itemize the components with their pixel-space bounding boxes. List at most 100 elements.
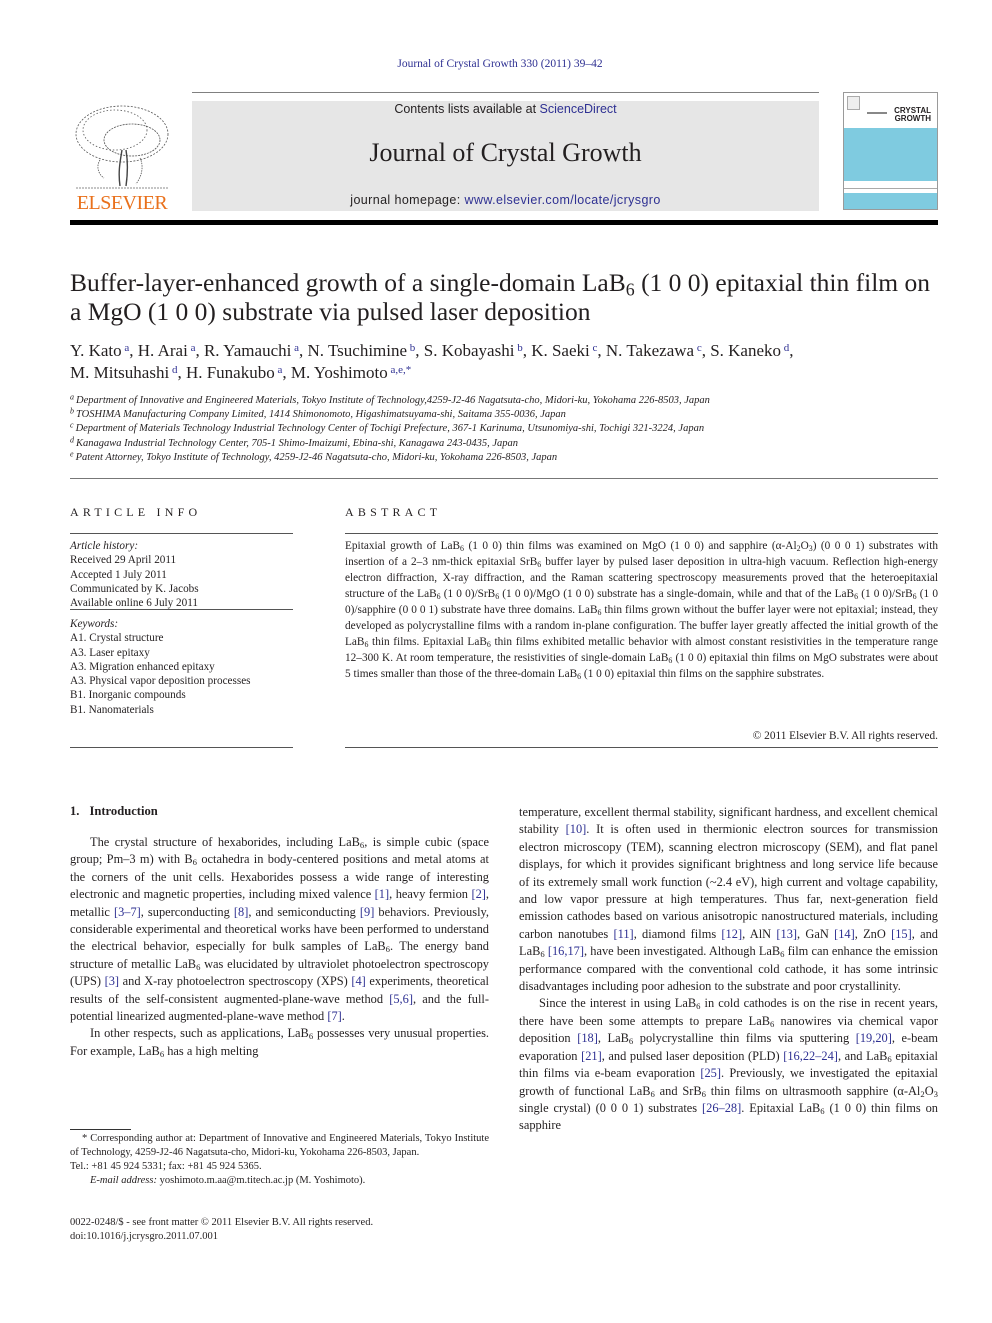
cover-publisher-icon xyxy=(847,96,860,110)
author-affiliation-mark[interactable]: d xyxy=(169,364,178,376)
reference-link[interactable]: [11] xyxy=(614,927,634,941)
email-owner: (M. Yoshimoto). xyxy=(293,1175,366,1186)
reference-link[interactable]: [26–28] xyxy=(702,1101,741,1115)
author-affiliation-mark[interactable]: a xyxy=(188,342,196,354)
reference-link[interactable]: [8] xyxy=(234,905,248,919)
author-name[interactable]: R. Yamauchi xyxy=(204,341,291,360)
affiliation-item: e Patent Attorney, Tokyo Institute of Te… xyxy=(70,450,938,465)
author-name[interactable]: H. Arai xyxy=(138,341,188,360)
keywords: Keywords: A1. Crystal structure A3. Laser… xyxy=(70,617,293,717)
corresponding-author-footnote: * Corresponding author at: Department of… xyxy=(70,1132,489,1188)
history-item: Communicated by K. Jacobs xyxy=(70,582,199,595)
reference-link[interactable]: [25] xyxy=(700,1066,721,1080)
article-title: Buffer-layer-enhanced growth of a single… xyxy=(70,268,938,326)
author-name[interactable]: H. Funakubo xyxy=(186,363,275,382)
author-name[interactable]: Y. Kato xyxy=(70,341,122,360)
elsevier-wordmark[interactable]: ELSEVIER xyxy=(70,192,174,215)
abstract-text: Epitaxial growth of LaB6 (1 0 0) thin fi… xyxy=(345,540,938,681)
journal-citation[interactable]: Journal of Crystal Growth 330 (2011) 39–… xyxy=(0,58,992,70)
journal-name: Journal of Crystal Growth xyxy=(369,138,642,167)
abstract-rule-bottom xyxy=(345,747,938,748)
author-affiliation-mark[interactable]: a xyxy=(291,342,299,354)
reference-link[interactable]: [4] xyxy=(351,974,365,988)
reference-link[interactable]: [3–7] xyxy=(114,905,141,919)
reference-link[interactable]: [2] xyxy=(471,887,485,901)
affiliation-rule xyxy=(70,478,938,479)
keyword-item: B1. Nanomaterials xyxy=(70,703,154,716)
affiliation-item: c Department of Materials Technology Ind… xyxy=(70,421,938,436)
affiliation-item: d Kanagawa Industrial Technology Center,… xyxy=(70,436,938,451)
reference-link[interactable]: [12] xyxy=(721,927,742,941)
article-history-label: Article history: xyxy=(70,540,139,552)
author-name[interactable]: N. Takezawa xyxy=(606,341,694,360)
footnote-rule xyxy=(70,1129,131,1130)
author-affiliation-mark[interactable]: a xyxy=(275,364,282,376)
cover-color-band xyxy=(844,128,937,181)
contents-prefix: Contents lists available at xyxy=(394,102,540,116)
reference-link[interactable]: [14] xyxy=(834,927,855,941)
affiliation-item: a Department of Innovative and Engineere… xyxy=(70,393,938,408)
author-affiliation-mark[interactable]: b xyxy=(407,342,416,354)
author-name[interactable]: N. Tsuchimine xyxy=(307,341,407,360)
journal-cover-thumbnail[interactable]: CRYSTAL GROWTH xyxy=(843,92,938,210)
homepage-prefix: journal homepage: xyxy=(350,193,465,207)
affiliation-text: Department of Innovative and Engineered … xyxy=(76,395,710,406)
affiliation-text: Kanagawa Industrial Technology Center, 7… xyxy=(76,437,519,449)
cover-separator xyxy=(844,188,937,189)
keyword-list: A1. Crystal structure A3. Laser epitaxy A3… xyxy=(70,631,293,717)
author-name[interactable]: S. Kaneko xyxy=(710,341,781,360)
body-paragraph: In other respects, such as applications,… xyxy=(70,1026,489,1060)
author-affiliation-mark[interactable]: c xyxy=(590,342,598,354)
article-history: Article history: Received 29 April 2011 A… xyxy=(70,539,293,610)
reference-link[interactable]: [9] xyxy=(360,905,374,919)
front-matter: 0022-0248/$ - see front matter © 2011 El… xyxy=(70,1216,489,1244)
body-paragraph: temperature, excellent thermal stability… xyxy=(519,805,938,994)
cover-color-band-lower xyxy=(844,193,937,209)
author-affiliation-mark[interactable]: a xyxy=(122,342,129,354)
abstract-copyright: © 2011 Elsevier B.V. All rights reserved… xyxy=(752,730,938,742)
author-affiliation-mark[interactable]: b xyxy=(514,342,523,354)
reference-link[interactable]: [15] xyxy=(891,927,912,941)
author-affiliation-mark[interactable]: a,e,* xyxy=(388,364,411,376)
header-thick-rule xyxy=(70,220,938,225)
reference-link[interactable]: [3] xyxy=(105,974,119,988)
email-label: E-mail address: xyxy=(90,1175,157,1186)
reference-link[interactable]: [10] xyxy=(566,822,587,836)
sciencedirect-link[interactable]: ScienceDirect xyxy=(540,102,617,116)
reference-link[interactable]: [7] xyxy=(327,1009,341,1023)
body-column-left: The crystal structure of hexaborides, in… xyxy=(70,834,489,1060)
reference-link[interactable]: [16,17] xyxy=(548,944,584,958)
author-name[interactable]: M. Yoshimoto xyxy=(291,363,388,382)
body-column-right: temperature, excellent thermal stability… xyxy=(519,804,938,1135)
email-address[interactable]: yoshimoto.m.aa@m.titech.ac.jp xyxy=(160,1175,294,1186)
author-name[interactable]: S. Kobayashi xyxy=(424,341,515,360)
doi-link[interactable]: doi:10.1016/j.jcrysgro.2011.07.001 xyxy=(70,1230,489,1244)
abstract-heading: ABSTRACT xyxy=(345,505,442,519)
cover-title: CRYSTAL GROWTH xyxy=(894,107,931,123)
author-name[interactable]: M. Mitsuhashi xyxy=(70,363,169,382)
article-info-rule-top xyxy=(70,533,293,534)
tel-fax: Tel.: +81 45 924 5331; fax: +81 45 924 5… xyxy=(70,1161,262,1172)
reference-link[interactable]: [13] xyxy=(776,927,797,941)
keyword-item: A3. Migration enhanced epitaxy xyxy=(70,660,215,673)
reference-link[interactable]: [18] xyxy=(577,1031,598,1045)
author-affiliation-mark[interactable]: c xyxy=(694,342,702,354)
abstract-rule-top xyxy=(345,533,938,534)
contents-line: Contents lists available at ScienceDirec… xyxy=(192,102,819,116)
cover-subtitle-mark xyxy=(867,112,887,114)
reference-link[interactable]: [1] xyxy=(375,887,389,901)
author-affiliation-mark[interactable]: d xyxy=(781,342,790,354)
header-top-rule xyxy=(192,92,819,93)
author-name[interactable]: K. Saeki xyxy=(531,341,590,360)
journal-homepage-link[interactable]: www.elsevier.com/locate/jcrysgro xyxy=(465,193,661,207)
reference-link[interactable]: [21] xyxy=(581,1049,602,1063)
keyword-item: A3. Laser epitaxy xyxy=(70,646,150,659)
section-title: Introduction xyxy=(89,804,158,818)
keyword-item: A1. Crystal structure xyxy=(70,632,164,645)
affiliation-text: Patent Attorney, Tokyo Institute of Tech… xyxy=(75,451,558,463)
reference-link[interactable]: [19,20] xyxy=(856,1031,892,1045)
reference-link[interactable]: [5,6] xyxy=(389,992,413,1006)
journal-homepage-line: journal homepage: www.elsevier.com/locat… xyxy=(192,193,819,207)
author-list: Y. Kato a, H. Arai a, R. Yamauchi a, N. … xyxy=(70,341,794,382)
reference-link[interactable]: [16,22–24] xyxy=(783,1049,838,1063)
